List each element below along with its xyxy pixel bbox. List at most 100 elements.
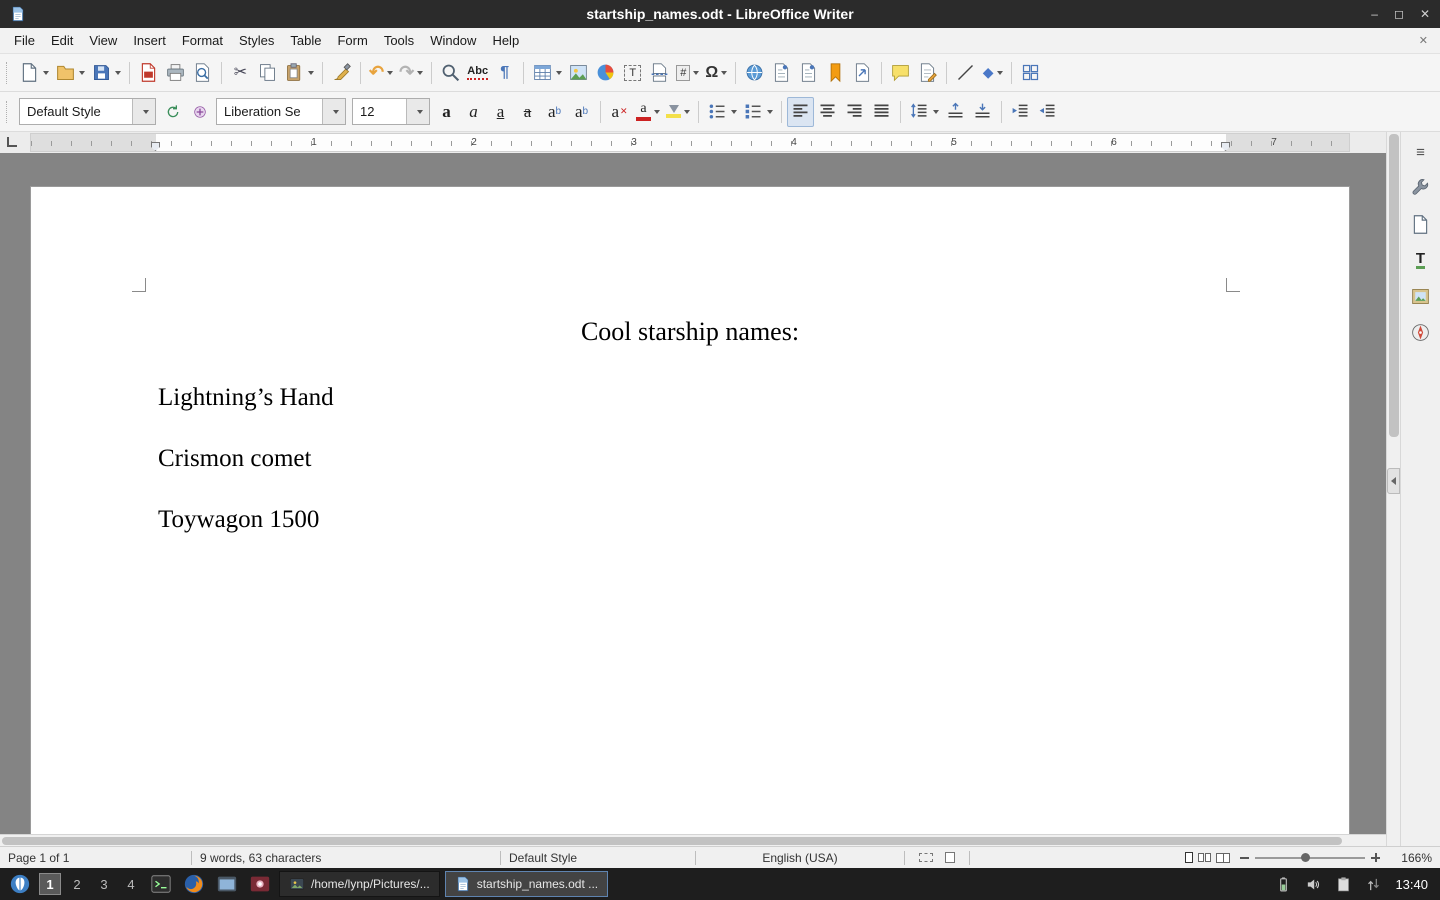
insert-bookmark-button[interactable]	[822, 58, 849, 88]
page-count-status[interactable]: Page 1 of 1	[8, 851, 183, 865]
workspace-1-button[interactable]: 1	[39, 873, 61, 895]
clear-formatting-button[interactable]: a✕	[606, 97, 633, 127]
document-page[interactable]: Cool starship names: Lightning’s Hand Cr…	[30, 186, 1350, 834]
export-pdf-button[interactable]	[135, 58, 162, 88]
menu-view[interactable]: View	[81, 30, 125, 51]
new-document-button[interactable]	[16, 58, 52, 88]
menu-tools[interactable]: Tools	[376, 30, 422, 51]
decrease-paragraph-spacing-button[interactable]	[969, 97, 996, 127]
document-line[interactable]: Lightning’s Hand	[158, 384, 334, 412]
document-line[interactable]: Crismon comet	[158, 445, 311, 473]
insert-line-button[interactable]	[952, 58, 979, 88]
align-right-button[interactable]	[841, 97, 868, 127]
justify-button[interactable]	[868, 97, 895, 127]
subscript-button[interactable]: ab	[568, 97, 595, 127]
insert-image-button[interactable]	[565, 58, 592, 88]
font-size-dropdown-button[interactable]	[406, 99, 429, 124]
update-style-button[interactable]	[159, 97, 186, 127]
tab-stop-selector-icon[interactable]	[7, 137, 17, 147]
language-status[interactable]: English (USA)	[704, 851, 896, 865]
sidebar-styles-button[interactable]: T	[1406, 246, 1436, 274]
insert-special-character-button[interactable]: Ω	[702, 58, 730, 88]
menu-file[interactable]: File	[6, 30, 43, 51]
workspace-3-button[interactable]: 3	[93, 873, 115, 895]
zoom-level[interactable]: 166%	[1388, 851, 1432, 865]
screenshot-launcher[interactable]	[246, 870, 274, 898]
font-name-combo[interactable]: Liberation Se	[216, 98, 346, 125]
decrease-indent-button[interactable]	[1034, 97, 1061, 127]
insert-field-button[interactable]: #	[673, 58, 702, 88]
insert-textbox-button[interactable]: T	[619, 58, 646, 88]
toolbar-grip[interactable]	[6, 101, 11, 123]
insert-cross-reference-button[interactable]	[849, 58, 876, 88]
bullet-list-button[interactable]	[704, 97, 740, 127]
file-manager-launcher[interactable]	[213, 870, 241, 898]
sidebar-navigator-button[interactable]	[1406, 318, 1436, 346]
undo-button[interactable]: ↶	[366, 58, 396, 88]
zoom-out-button[interactable]	[1240, 857, 1249, 859]
maximize-button[interactable]: ◻	[1394, 7, 1404, 21]
underline-button[interactable]: a	[487, 97, 514, 127]
insert-pagebreak-button[interactable]	[646, 58, 673, 88]
superscript-button[interactable]: ab	[541, 97, 568, 127]
insert-comment-button[interactable]	[887, 58, 914, 88]
menu-format[interactable]: Format	[174, 30, 231, 51]
volume-icon[interactable]	[1305, 876, 1322, 893]
new-style-button[interactable]	[186, 97, 213, 127]
horizontal-scrollbar-thumb[interactable]	[2, 837, 1342, 845]
formatting-marks-button[interactable]: ¶	[491, 58, 518, 88]
document-modified-icon[interactable]	[945, 852, 955, 863]
minimize-button[interactable]: –	[1371, 7, 1378, 21]
workspace-2-button[interactable]: 2	[66, 873, 88, 895]
terminal-launcher[interactable]	[147, 870, 175, 898]
align-center-button[interactable]	[814, 97, 841, 127]
sidebar-hide-handle[interactable]	[1387, 468, 1400, 494]
sidebar-page-button[interactable]	[1406, 210, 1436, 238]
open-button[interactable]	[52, 58, 88, 88]
clipboard-manager-icon[interactable]	[1335, 876, 1352, 893]
copy-button[interactable]	[254, 58, 281, 88]
document-heading[interactable]: Cool starship names:	[31, 317, 1349, 347]
menu-window[interactable]: Window	[422, 30, 484, 51]
toolbar-grip[interactable]	[6, 62, 11, 84]
zoom-in-button[interactable]	[1371, 853, 1380, 862]
menu-table[interactable]: Table	[282, 30, 329, 51]
basic-shapes-button[interactable]: ◆	[979, 58, 1006, 88]
increase-paragraph-spacing-button[interactable]	[942, 97, 969, 127]
sidebar-properties-button[interactable]	[1406, 174, 1436, 202]
menu-form[interactable]: Form	[329, 30, 375, 51]
document-line[interactable]: Toywagon 1500	[158, 506, 319, 534]
line-spacing-button[interactable]	[906, 97, 942, 127]
menu-insert[interactable]: Insert	[125, 30, 174, 51]
taskbar-window-pictures[interactable]: /home/lynp/Pictures/...	[279, 871, 440, 897]
highlight-color-button[interactable]	[663, 97, 693, 127]
sidebar-gallery-button[interactable]	[1406, 282, 1436, 310]
insert-endnote-button[interactable]	[795, 58, 822, 88]
numbered-list-button[interactable]	[740, 97, 776, 127]
insert-footnote-button[interactable]	[768, 58, 795, 88]
zoom-slider-thumb[interactable]	[1301, 853, 1310, 862]
font-name-dropdown-button[interactable]	[322, 99, 345, 124]
insert-hyperlink-button[interactable]	[741, 58, 768, 88]
track-changes-button[interactable]	[914, 58, 941, 88]
paragraph-style-dropdown-button[interactable]	[132, 99, 155, 124]
find-replace-button[interactable]	[437, 58, 464, 88]
menu-edit[interactable]: Edit	[43, 30, 81, 51]
insert-table-button[interactable]	[529, 58, 565, 88]
firefox-launcher[interactable]	[180, 870, 208, 898]
battery-icon[interactable]	[1275, 876, 1292, 893]
strikethrough-button[interactable]: a	[514, 97, 541, 127]
print-preview-button[interactable]	[189, 58, 216, 88]
workspace-4-button[interactable]: 4	[120, 873, 142, 895]
font-color-button[interactable]: a	[633, 97, 663, 127]
paste-button[interactable]	[281, 58, 317, 88]
word-count-status[interactable]: 9 words, 63 characters	[200, 851, 492, 865]
menu-help[interactable]: Help	[484, 30, 527, 51]
taskbar-window-writer[interactable]: startship_names.odt ...	[445, 871, 608, 897]
cut-button[interactable]: ✂	[227, 58, 254, 88]
spelling-button[interactable]: Abc	[464, 58, 491, 88]
align-left-button[interactable]	[787, 97, 814, 127]
bold-button[interactable]: a	[433, 97, 460, 127]
insert-chart-button[interactable]	[592, 58, 619, 88]
save-button[interactable]	[88, 58, 124, 88]
